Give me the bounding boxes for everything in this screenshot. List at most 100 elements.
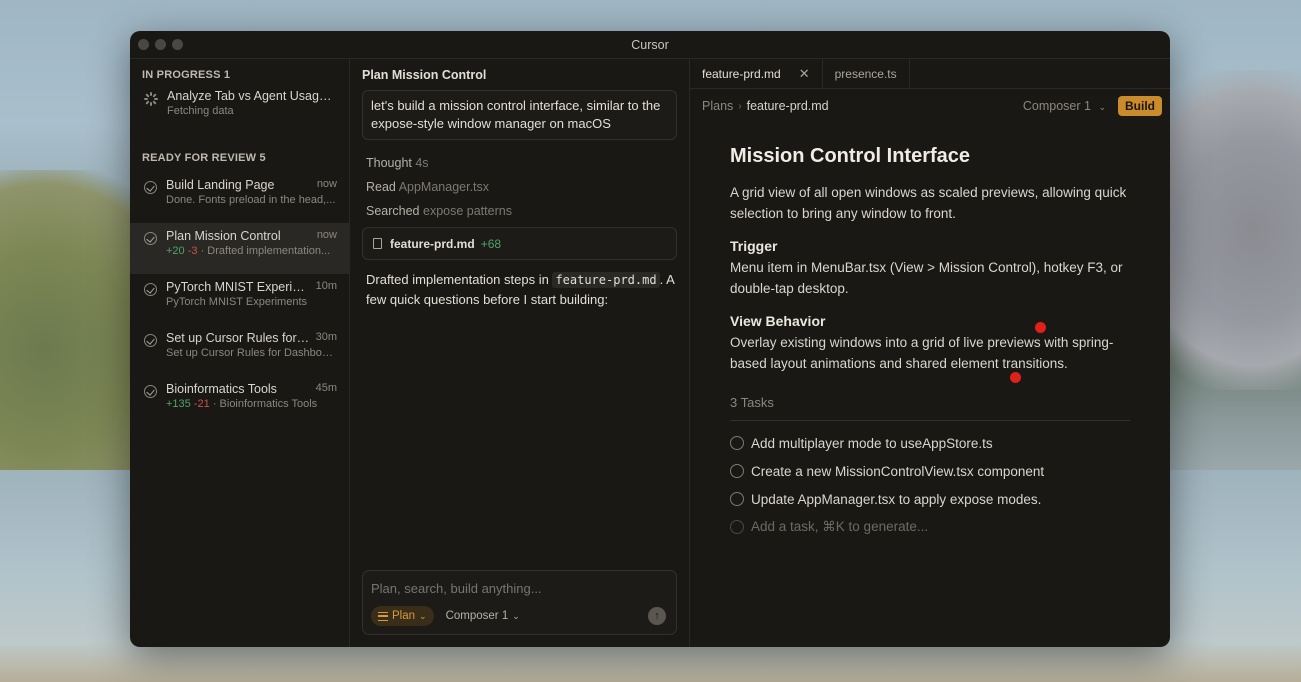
lines-added: +135 [166, 398, 191, 410]
breadcrumb: Plans › feature-prd.md Composer 1 ⌄ Buil… [690, 89, 1170, 123]
plan-document: Mission Control Interface A grid view of… [690, 123, 1170, 541]
chevron-down-icon: ⌄ [419, 610, 427, 621]
check-circle-icon [144, 385, 157, 398]
file-card-additions: +68 [480, 236, 502, 251]
sidebar-item-subtitle: +135 -21 · Bioinformatics Tools [166, 398, 337, 410]
sidebar-item-plan-mission-control[interactable]: Plan Mission Control now +20 -3 · Drafte… [130, 223, 349, 274]
check-circle-icon [144, 232, 157, 245]
read-step[interactable]: Read AppManager.tsx [366, 175, 677, 199]
task-item[interactable]: Update AppManager.tsx to apply expose mo… [730, 485, 1130, 513]
task-item[interactable]: Create a new MissionControlView.tsx comp… [730, 457, 1130, 485]
lines-removed: -21 [193, 398, 210, 410]
mode-selector[interactable]: Plan ⌄ [371, 606, 434, 626]
ready-for-review-header: READY FOR REVIEW 5 [142, 152, 266, 164]
thought-duration: 4s [415, 156, 429, 170]
task-checkbox [730, 520, 744, 534]
task-label: Create a new MissionControlView.tsx comp… [751, 463, 1045, 479]
check-circle-icon [144, 283, 157, 296]
model-selector[interactable]: Composer 1 ⌄ [446, 610, 520, 622]
chevron-down-icon: ⌄ [512, 610, 520, 621]
chevron-down-icon: ⌄ [1098, 102, 1106, 112]
spinner-icon [144, 92, 158, 106]
breadcrumb-root[interactable]: Plans [702, 99, 733, 113]
file-icon [373, 238, 382, 249]
sidebar-item-subtitle: +20 -3 · Drafted implementation... [166, 245, 337, 257]
sidebar-item-cursor-rules[interactable]: Set up Cursor Rules for ... 30m Set up C… [130, 325, 349, 376]
check-circle-icon [144, 334, 157, 347]
task-list: Add multiplayer mode to useAppStore.ts C… [730, 429, 1130, 541]
title-bar: Cursor [130, 31, 1170, 59]
task-label: Add multiplayer mode to useAppStore.ts [751, 435, 993, 451]
add-task-input[interactable]: Add a task, ⌘K to generate... [730, 513, 1130, 541]
task-checkbox[interactable] [730, 464, 744, 478]
tab-label: feature-prd.md [702, 66, 781, 81]
agent-activity-log: Thought 4s Read AppManager.tsx Searched … [362, 151, 677, 223]
sidebar-item-time: 30m [315, 331, 337, 343]
searched-label: Searched [366, 204, 420, 218]
task-label: Update AppManager.tsx to apply expose mo… [751, 491, 1042, 507]
send-button[interactable]: ↑ [648, 607, 666, 625]
trigger-heading: Trigger [730, 238, 778, 254]
read-label: Read [366, 180, 396, 194]
sidebar-item-time: 10m [315, 280, 337, 292]
doc-intro: A grid view of all open windows as scale… [730, 185, 1127, 221]
sidebar-item-title: Build Landing Page [166, 178, 275, 192]
arrow-up-icon: ↑ [654, 610, 660, 622]
window-controls [138, 39, 183, 50]
searched-step[interactable]: Searched expose patterns [366, 199, 677, 223]
read-file: AppManager.tsx [398, 180, 490, 194]
composer-input[interactable] [371, 581, 651, 596]
chat-title: Plan Mission Control [362, 68, 487, 82]
searched-query: expose patterns [423, 204, 512, 218]
chat-pane: Plan Mission Control let's build a missi… [350, 59, 690, 647]
view-behavior-text: Overlay existing windows into a grid of … [730, 335, 1114, 371]
sidebar-item-title: Plan Mission Control [166, 229, 281, 243]
editor-tabs: feature-prd.md ✕ presence.ts [690, 59, 1170, 89]
build-button[interactable]: Build [1118, 96, 1162, 116]
sidebar-item-time: 45m [315, 382, 337, 394]
file-change-card[interactable]: feature-prd.md +68 [362, 227, 677, 260]
sidebar-item-pytorch-mnist[interactable]: PyTorch MNIST Experim... 10m PyTorch MNI… [130, 274, 349, 325]
task-item[interactable]: Add multiplayer mode to useAppStore.ts [730, 429, 1130, 457]
minimize-window-button[interactable] [155, 39, 166, 50]
tab-presence[interactable]: presence.ts [823, 59, 910, 88]
sidebar-item-title: Set up Cursor Rules for ... [166, 331, 310, 345]
mode-label: Plan [392, 610, 416, 622]
tab-feature-prd[interactable]: feature-prd.md ✕ [690, 59, 823, 88]
thought-step[interactable]: Thought 4s [366, 151, 677, 175]
window-title: Cursor [631, 37, 669, 52]
sidebar-item-build-landing[interactable]: Build Landing Page now Done. Fonts prelo… [130, 172, 349, 223]
sidebar-item-subtitle: Fetching data [167, 105, 234, 117]
sidebar-item-subtitle: Done. Fonts preload in the head,... [166, 194, 336, 206]
agent-response: Drafted implementation steps in feature-… [362, 270, 677, 310]
list-icon [378, 611, 388, 621]
close-icon[interactable]: ✕ [799, 66, 810, 82]
thought-label: Thought [366, 156, 412, 170]
task-checkbox[interactable] [730, 436, 744, 450]
task-checkbox[interactable] [730, 492, 744, 506]
tab-label: presence.ts [834, 66, 897, 81]
sidebar-item-summary: · Drafted implementation... [200, 245, 331, 257]
zoom-window-button[interactable] [172, 39, 183, 50]
tasks-header: 3 Tasks [730, 395, 1130, 421]
lines-added: +20 [166, 245, 185, 257]
view-behavior-heading: View Behavior [730, 313, 826, 329]
in-progress-header: IN PROGRESS 1 [142, 69, 231, 81]
editor-model-selector[interactable]: Composer 1 ⌄ [1023, 99, 1106, 113]
sidebar-item-time: now [316, 178, 337, 190]
pointer-marker [1010, 372, 1021, 383]
sidebar-item-bioinformatics[interactable]: Bioinformatics Tools 45m +135 -21 · Bioi… [130, 376, 349, 427]
editor-pane: feature-prd.md ✕ presence.ts Plans › fea… [690, 59, 1170, 647]
check-circle-icon [144, 181, 157, 194]
sidebar-item-subtitle: PyTorch MNIST Experiments [166, 296, 308, 308]
sidebar-item-summary: · Bioinformatics Tools [212, 398, 318, 410]
sidebar-item-title: PyTorch MNIST Experim... [166, 280, 310, 294]
sidebar-item-subtitle: Set up Cursor Rules for Dashboa... [166, 347, 337, 359]
model-label: Composer 1 [445, 610, 509, 622]
user-prompt-message[interactable]: let's build a mission control interface,… [362, 90, 677, 140]
sidebar-item-analyze[interactable]: Analyze Tab vs Agent Usage P... Fetching… [130, 83, 349, 125]
close-window-button[interactable] [138, 39, 149, 50]
trigger-text: Menu item in MenuBar.tsx (View > Mission… [730, 260, 1123, 296]
agents-sidebar: IN PROGRESS 1 Analyze Tab vs Agent Usage… [130, 59, 350, 647]
doc-title: Mission Control Interface [730, 145, 971, 167]
